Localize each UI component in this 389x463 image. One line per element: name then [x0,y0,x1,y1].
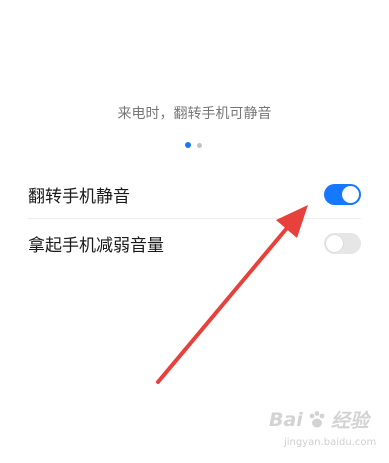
red-arrow-annotation [156,205,308,384]
watermark-brand: Bai [269,408,303,431]
paw-logo-icon [309,410,325,427]
baidu-watermark: Bai 经验 [269,406,369,433]
watermark-site: jingyan.baidu.com [284,437,377,448]
watermark-brand-2: 经验 [330,410,369,432]
